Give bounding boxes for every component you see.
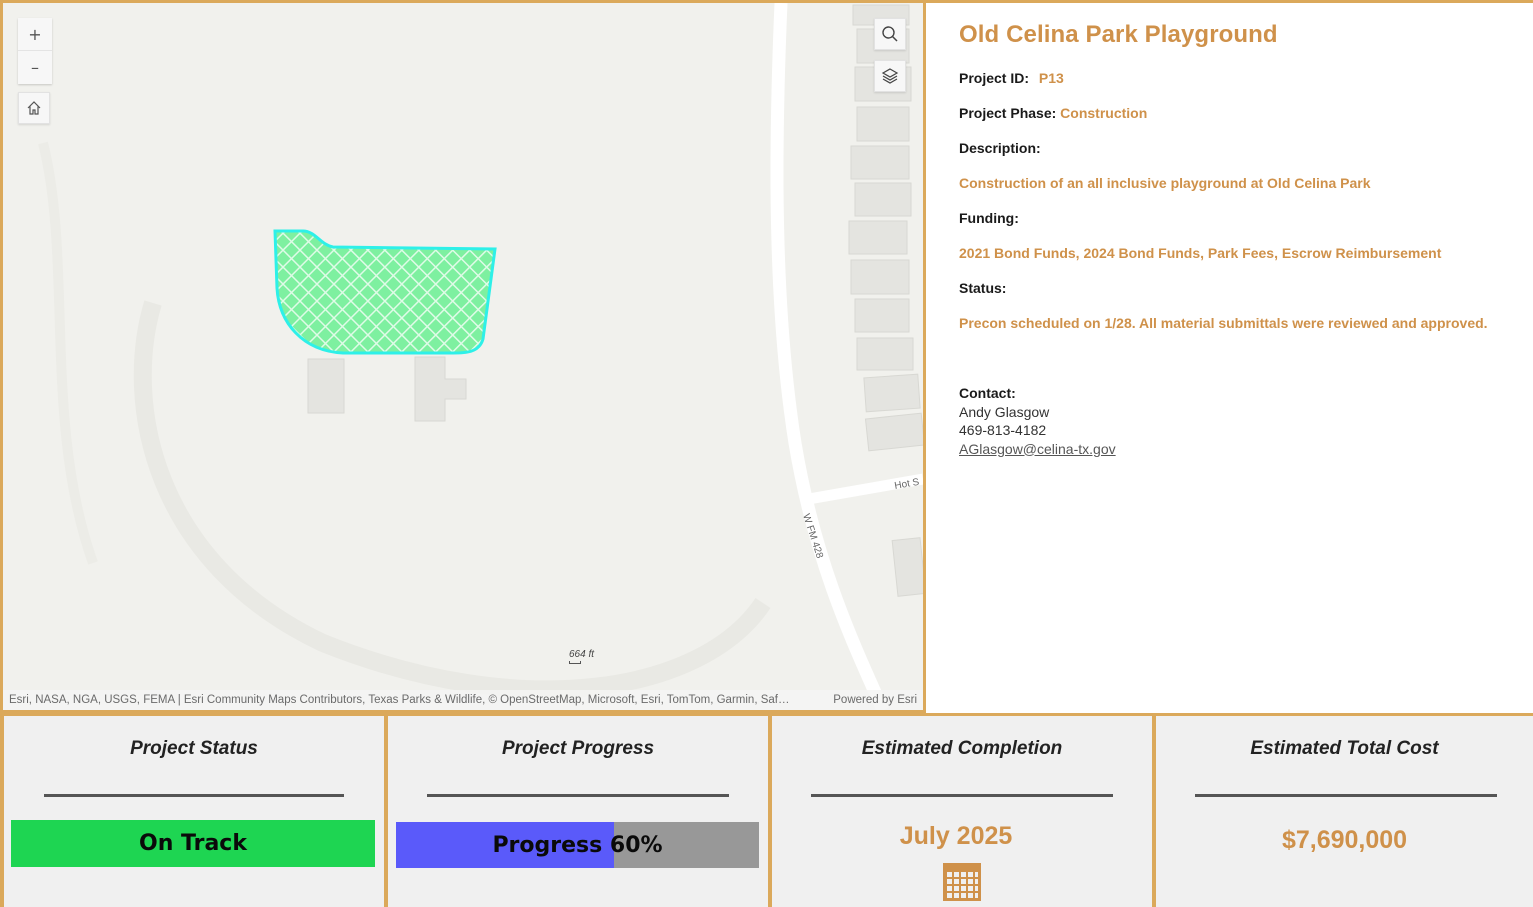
estimated-completion-title: Estimated Completion xyxy=(861,738,1063,759)
description-value: Construction of an all inclusive playgro… xyxy=(959,175,1371,191)
funding-value: 2021 Bond Funds, 2024 Bond Funds, Park F… xyxy=(959,245,1442,261)
progress-bar: Progress 60% xyxy=(396,822,759,868)
contact-phone: 469-813-4182 xyxy=(959,422,1047,438)
search-icon xyxy=(882,26,898,42)
project-id-value: P13 xyxy=(1038,70,1064,86)
scale-label: 664 ft xyxy=(569,649,595,660)
contact-block: Contact: Andy Glasgow 469-813-4182 AGlas… xyxy=(959,384,1533,458)
project-status-title: Project Status xyxy=(130,738,258,759)
estimated-total-cost-card: Estimated Total Cost $7,690,000 xyxy=(1156,716,1533,907)
project-phase-label: Project Phase: xyxy=(959,105,1057,121)
project-id-label: Project ID: xyxy=(959,70,1030,86)
funding-row: Funding: xyxy=(959,209,1533,244)
divider xyxy=(44,794,344,797)
layers-button[interactable] xyxy=(874,60,906,92)
progress-label: Progress 60% xyxy=(492,832,663,858)
project-phase-value: Construction xyxy=(1060,105,1148,121)
layers-icon xyxy=(881,68,899,84)
contact-label: Contact: xyxy=(959,385,1016,401)
project-progress-title: Project Progress xyxy=(501,738,655,759)
contact-name: Andy Glasgow xyxy=(959,403,1050,420)
estimated-total-cost-title: Estimated Total Cost xyxy=(1250,738,1439,759)
status-badge: On Track xyxy=(11,820,375,867)
estimated-completion-card: Estimated Completion July 2025 xyxy=(772,716,1152,907)
project-phase-row: Project Phase: Construction xyxy=(959,104,1533,139)
project-polygon xyxy=(273,229,497,355)
divider xyxy=(427,794,729,797)
basemap[interactable]: W FM 428 Hot S xyxy=(3,3,923,710)
description-row: Description: xyxy=(959,139,1533,174)
funding-label: Funding: xyxy=(959,210,1019,226)
summary-cards: Project Status On Track Project Progress… xyxy=(0,713,1533,907)
scale-bar xyxy=(569,661,581,664)
estimated-completion-value: July 2025 xyxy=(899,822,1013,850)
home-button[interactable] xyxy=(18,92,50,124)
divider xyxy=(811,794,1113,797)
status-value: Precon scheduled on 1/28. All material s… xyxy=(959,315,1488,331)
project-id-row: Project ID: P13 xyxy=(959,69,1533,104)
status-label: Status: xyxy=(959,280,1007,296)
estimated-total-cost-value: $7,690,000 xyxy=(1281,826,1408,854)
calendar-icon xyxy=(943,863,981,901)
project-progress-card: Project Progress Progress 60% xyxy=(388,716,768,907)
powered-by-esri-link[interactable]: Powered by Esri xyxy=(833,694,917,706)
map-view[interactable]: W FM 428 Hot S + – 664 ft Esri, NASA, NG… xyxy=(0,0,926,713)
project-status-card: Project Status On Track xyxy=(4,716,384,907)
zoom-out-button[interactable]: – xyxy=(18,51,52,84)
attribution-text[interactable]: Esri, NASA, NGA, USGS, FEMA | Esri Commu… xyxy=(9,694,815,706)
project-title: Old Celina Park Playground xyxy=(959,21,1278,48)
zoom-in-button[interactable]: + xyxy=(18,18,52,51)
status-row: Status: xyxy=(959,279,1533,314)
zoom-controls: + – xyxy=(18,18,52,84)
divider xyxy=(1195,794,1497,797)
map-attribution: Esri, NASA, NGA, USGS, FEMA | Esri Commu… xyxy=(3,690,923,710)
home-icon xyxy=(27,101,41,115)
description-label: Description: xyxy=(959,140,1041,156)
project-details-panel: Old Celina Park Playground Project ID: P… xyxy=(926,0,1533,713)
contact-email-link[interactable]: AGlasgow@celina-tx.gov xyxy=(959,440,1533,459)
search-button[interactable] xyxy=(874,18,906,50)
